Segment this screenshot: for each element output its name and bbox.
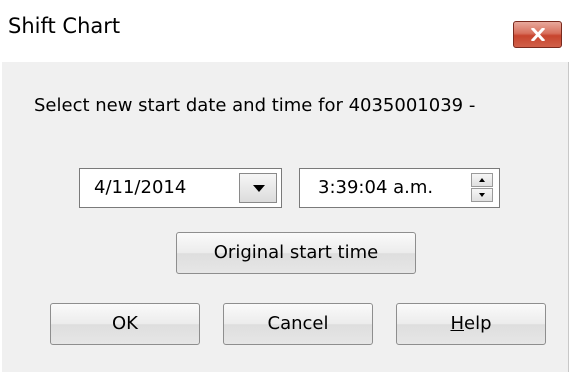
prompt-label: Select new start date and time for 40350… <box>34 95 476 116</box>
cancel-label: Cancel <box>267 313 329 334</box>
time-picker[interactable]: 3:39:04 a.m. <box>299 168 500 208</box>
original-start-time-label: Original start time <box>213 242 379 263</box>
spin-down-button[interactable] <box>471 188 493 202</box>
window-left-border <box>0 62 2 372</box>
date-picker[interactable]: 4/11/2014 <box>79 168 282 208</box>
window-right-border <box>568 62 574 372</box>
close-button[interactable] <box>513 21 562 48</box>
help-mnemonic: H <box>450 313 465 334</box>
date-dropdown-button[interactable] <box>239 173 277 203</box>
date-value[interactable]: 4/11/2014 <box>94 177 186 198</box>
title-bar: Shift Chart <box>0 0 574 62</box>
chevron-down-icon <box>253 185 265 192</box>
help-label-rest: elp <box>464 313 492 334</box>
help-button[interactable]: Help <box>396 303 546 345</box>
window-title: Shift Chart <box>8 14 121 38</box>
time-spinner[interactable] <box>471 173 495 203</box>
spin-down-icon <box>479 193 485 197</box>
ok-button[interactable]: OK <box>50 303 200 345</box>
shift-chart-dialog: Shift Chart Select new start date and ti… <box>0 0 574 372</box>
ok-label: OK <box>112 313 138 334</box>
help-label: Help <box>450 304 491 344</box>
spin-up-icon <box>479 178 485 182</box>
close-x-icon <box>531 28 545 41</box>
time-value[interactable]: 3:39:04 a.m. <box>318 177 433 198</box>
cancel-button[interactable]: Cancel <box>223 303 373 345</box>
original-start-time-button[interactable]: Original start time <box>176 232 416 274</box>
spin-up-button[interactable] <box>471 173 493 187</box>
